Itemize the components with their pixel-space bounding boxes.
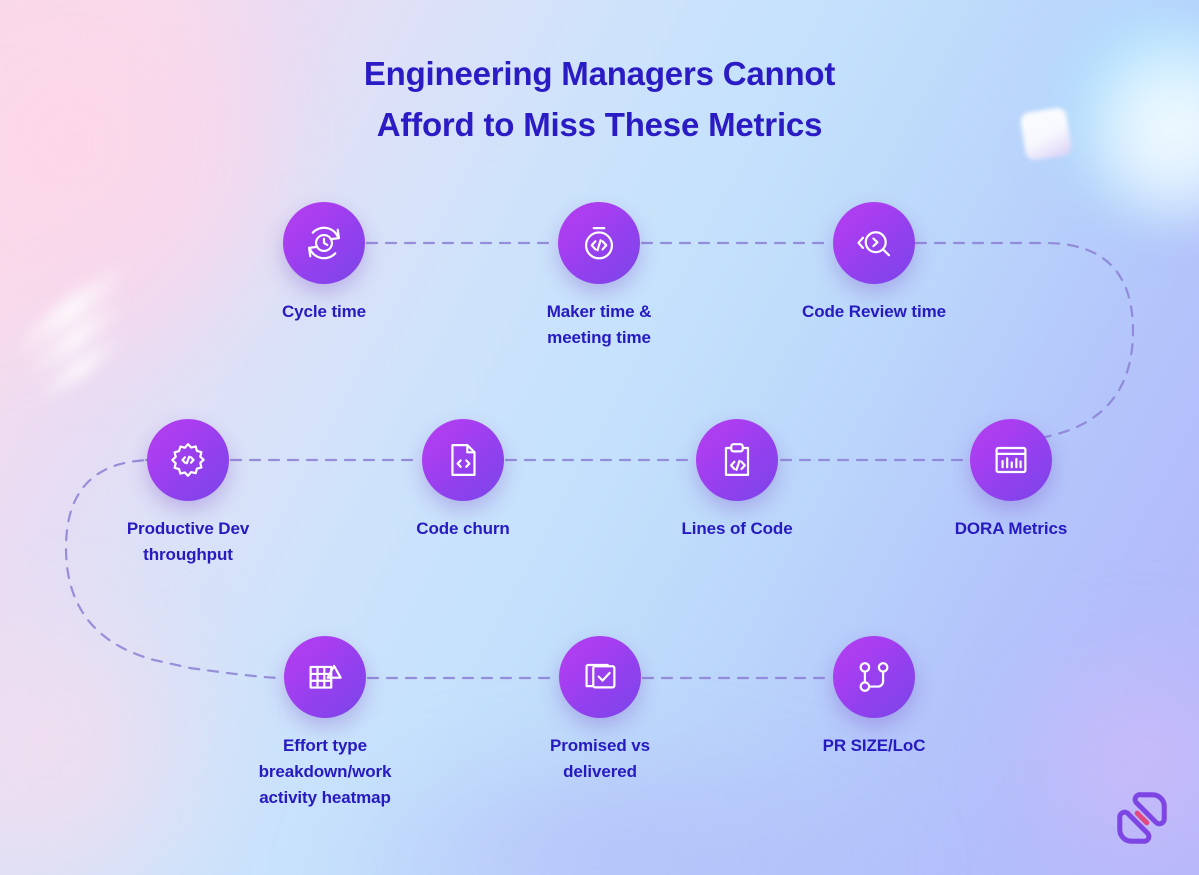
gear-code-icon (165, 437, 211, 483)
metric-label-line: PR SIZE/LoC (822, 736, 926, 755)
metric-icon-bubble (970, 419, 1052, 501)
metric-icon-bubble (833, 202, 915, 284)
metric-label-line: Productive Dev (126, 519, 250, 538)
metric-label-line: DORA Metrics (954, 519, 1068, 538)
metric-label-line: Promised vs (549, 736, 650, 755)
metric-icon-bubble (559, 636, 641, 718)
metric-label: Lines of Code (652, 516, 822, 542)
stopwatch-code-icon (576, 220, 622, 266)
metric-node-cycle-time[interactable]: Cycle time (239, 202, 409, 325)
infographic-canvas: Engineering Managers Cannot Afford to Mi… (0, 0, 1199, 875)
metric-label: DORA Metrics (926, 516, 1096, 542)
metric-label: PR SIZE/LoC (789, 733, 959, 759)
metric-icon-bubble (284, 636, 366, 718)
metric-label: Effort type breakdown/work activity heat… (240, 733, 410, 811)
metric-label: Productive Dev throughput (103, 516, 273, 568)
clock-refresh-icon (301, 220, 347, 266)
git-branch-icon (851, 654, 897, 700)
code-search-icon (851, 220, 897, 266)
metric-label: Code churn (378, 516, 548, 542)
metric-icon-bubble (147, 419, 229, 501)
page-title-line-2: Afford to Miss These Metrics (376, 106, 823, 143)
metric-label: Cycle time (239, 299, 409, 325)
page-title-line-1: Engineering Managers Cannot (363, 55, 836, 92)
metric-icon-bubble (422, 419, 504, 501)
metric-node-lines-of-code[interactable]: Lines of Code (652, 419, 822, 542)
metric-node-effort-type-breakdown[interactable]: Effort type breakdown/work activity heat… (240, 636, 410, 811)
clipboard-code-icon (714, 437, 760, 483)
metric-label: Promised vs delivered (515, 733, 685, 785)
metric-label-line: activity heatmap (259, 788, 391, 807)
metric-node-promised-vs-delivered[interactable]: Promised vs delivered (515, 636, 685, 785)
metric-icon-bubble (558, 202, 640, 284)
metric-label: Maker time & meeting time (514, 299, 684, 351)
metric-label-line: Effort type (283, 736, 367, 755)
metric-label-line: Cycle time (281, 302, 367, 321)
bar-chart-panel-icon (988, 437, 1034, 483)
metric-icon-bubble (696, 419, 778, 501)
heatmap-grid-icon (302, 654, 348, 700)
metric-node-productive-dev-throughput[interactable]: Productive Dev throughput (103, 419, 273, 568)
metric-label-line: Lines of Code (681, 519, 793, 538)
metric-label-line: Code Review time (802, 302, 946, 321)
metric-label-line: delivered (563, 762, 637, 781)
metric-node-maker-time[interactable]: Maker time & meeting time (514, 202, 684, 351)
metric-label-line: Maker time & (546, 302, 652, 321)
metric-label-line: meeting time (547, 328, 651, 347)
metric-label-line: breakdown/work (258, 762, 392, 781)
metric-icon-bubble (833, 636, 915, 718)
layered-check-icon (577, 654, 623, 700)
metric-icon-bubble (283, 202, 365, 284)
page-title: Engineering Managers Cannot Afford to Mi… (0, 48, 1199, 150)
metric-node-dora-metrics[interactable]: DORA Metrics (926, 419, 1096, 542)
metric-label: Code Review time (789, 299, 959, 325)
metric-node-pr-size-loc[interactable]: PR SIZE/LoC (789, 636, 959, 759)
metric-node-code-review-time[interactable]: Code Review time (789, 202, 959, 325)
brand-logo[interactable] (1113, 787, 1171, 849)
file-code-icon (440, 437, 486, 483)
metric-label-line: throughput (143, 545, 233, 564)
metric-label-line: Code churn (416, 519, 510, 538)
metric-node-code-churn[interactable]: Code churn (378, 419, 548, 542)
